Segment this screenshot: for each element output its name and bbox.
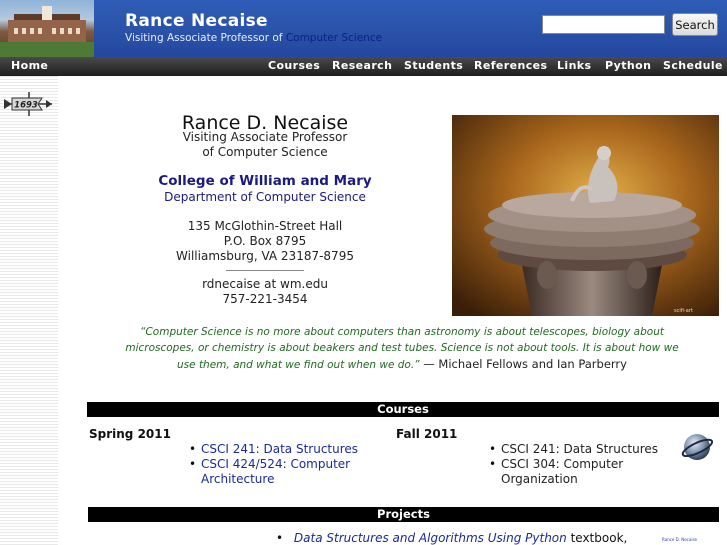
nav-courses[interactable]: Courses [268,59,320,72]
weathervane-icon: 1693 [4,92,52,116]
search-button[interactable]: Search [672,13,718,36]
profile-title-line2: of Computer Science [202,145,328,159]
site-header: Rance Necaise Visiting Associate Profess… [0,0,727,57]
course-link-csci424[interactable]: CSCI 424/524: Computer Architecture [187,457,387,487]
quote-block: “Computer Science is no more about compu… [118,324,686,373]
quote-attribution: — Michael Fellows and Ian Parberry [419,357,627,371]
nav-home[interactable]: Home [11,59,48,72]
site-subtitle: Visiting Associate Professor of Computer… [125,32,382,44]
nav-references[interactable]: References [474,59,547,72]
image-caption: scifi-art [674,308,693,314]
nav-python[interactable]: Python [605,59,651,72]
site-title[interactable]: Rance Necaise [125,11,268,31]
fall-course-list: CSCI 241: Data Structures CSCI 304: Comp… [487,442,672,487]
weathervane-year: 1693 [14,101,38,111]
sculpture-image: scifi-art [452,115,719,316]
nav-schedule[interactable]: Schedule [663,59,723,72]
subtitle-cs-link[interactable]: Computer Science [286,32,382,44]
profile-title-line1: Visiting Associate Professor [182,130,348,144]
planet-icon [681,434,714,460]
contact-divider [226,270,304,271]
subtitle-text: Visiting Associate Professor of [125,32,286,44]
address-line2: P.O. Box 8795 [223,234,307,248]
address-line3: Williamsburg, VA 23187-8795 [176,249,354,263]
nav-students[interactable]: Students [404,59,463,72]
spring-term-title: Spring 2011 [89,427,171,441]
address-line1: 135 McGlothin-Street Hall [187,219,343,233]
spring-course-list: CSCI 241: Data Structures CSCI 424/524: … [187,442,387,487]
college-link[interactable]: College of William and Mary [150,173,380,189]
phone-text: 757-221-3454 [222,292,308,306]
left-sidebar-pattern [0,76,58,545]
course-link-csci241-spring[interactable]: CSCI 241: Data Structures [187,442,387,457]
footer-small-link[interactable]: Rance D. Necaise [662,537,697,542]
nav-research[interactable]: Research [332,59,392,72]
courses-section-header: Courses [87,402,719,417]
nav-links[interactable]: Links [557,59,591,72]
project-item: Data Structures and Algorithms Using Pyt… [276,531,627,545]
fall-term-title: Fall 2011 [396,427,458,441]
projects-section-header: Projects [88,507,719,522]
main-nav: Home Courses Research Students Reference… [0,57,727,76]
email-text: rdnecaise at wm.edu [202,277,328,291]
course-item-csci304: CSCI 304: Computer Organization [487,457,672,487]
course-item-csci241-fall: CSCI 241: Data Structures [487,442,672,457]
project-item-suffix: textbook, [566,531,628,545]
search-input[interactable] [542,15,665,34]
header-building-photo [0,0,94,57]
textbook-link[interactable]: Data Structures and Algorithms Using Pyt… [294,531,567,545]
department-link[interactable]: Department of Computer Science [150,190,380,204]
